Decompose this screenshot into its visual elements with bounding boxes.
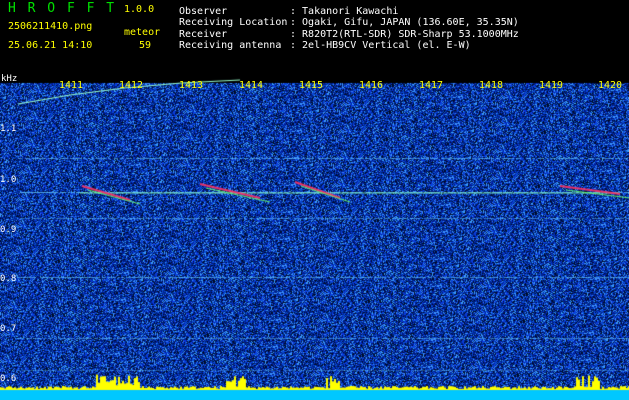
- app-version: 1.0.0: [124, 4, 155, 15]
- x-tick-label: 1417: [419, 80, 444, 91]
- x-tick-label: 1413: [179, 80, 204, 91]
- x-tick-label: 1420: [598, 80, 623, 91]
- y-tick-label: 0.8: [0, 274, 17, 284]
- x-tick-label: 1412: [119, 80, 144, 91]
- header-panel: H R O F F T 1.0.0 2506211410.png meteor …: [0, 0, 629, 74]
- receiver-label: Receiver: [179, 29, 228, 40]
- receiver-value: : R820T2(RTL-SDR) SDR-Sharp 53.1000MHz: [290, 29, 519, 40]
- y-tick-label: 0.6: [0, 374, 17, 384]
- y-tick-label: 0.7: [0, 324, 17, 334]
- y-tick-label: 1.0: [0, 175, 17, 185]
- antenna-value: : 2el-HB9CV Vertical (el. E-W): [290, 40, 471, 51]
- location-value: : Ogaki, Gifu, JAPAN (136.60E, 35.35N): [290, 17, 519, 28]
- image-filename: 2506211410.png: [8, 21, 93, 32]
- x-tick-label: 1414: [239, 80, 264, 91]
- y-tick-label: 1.1: [0, 124, 17, 134]
- y-axis-unit: kHz: [1, 74, 18, 84]
- x-tick-label: 1416: [359, 80, 384, 91]
- observation-datetime: 25.06.21 14:10: [8, 40, 93, 51]
- app-name: H R O F F T: [8, 1, 117, 16]
- x-tick-label: 1415: [299, 80, 324, 91]
- y-tick-label: 0.9: [0, 225, 17, 235]
- observer-value: : Takanori Kawachi: [290, 6, 399, 17]
- observer-label: Observer: [179, 6, 228, 17]
- location-label: Receiving Location: [179, 17, 288, 28]
- meteor-count: 59: [139, 40, 152, 51]
- spectrogram-waterfall: [0, 74, 629, 400]
- x-tick-label: 1419: [539, 80, 564, 91]
- x-tick-label: 1411: [59, 80, 84, 91]
- antenna-label: Receiving antenna: [179, 40, 282, 51]
- meteor-label: meteor: [124, 27, 161, 38]
- x-tick-label: 1418: [479, 80, 504, 91]
